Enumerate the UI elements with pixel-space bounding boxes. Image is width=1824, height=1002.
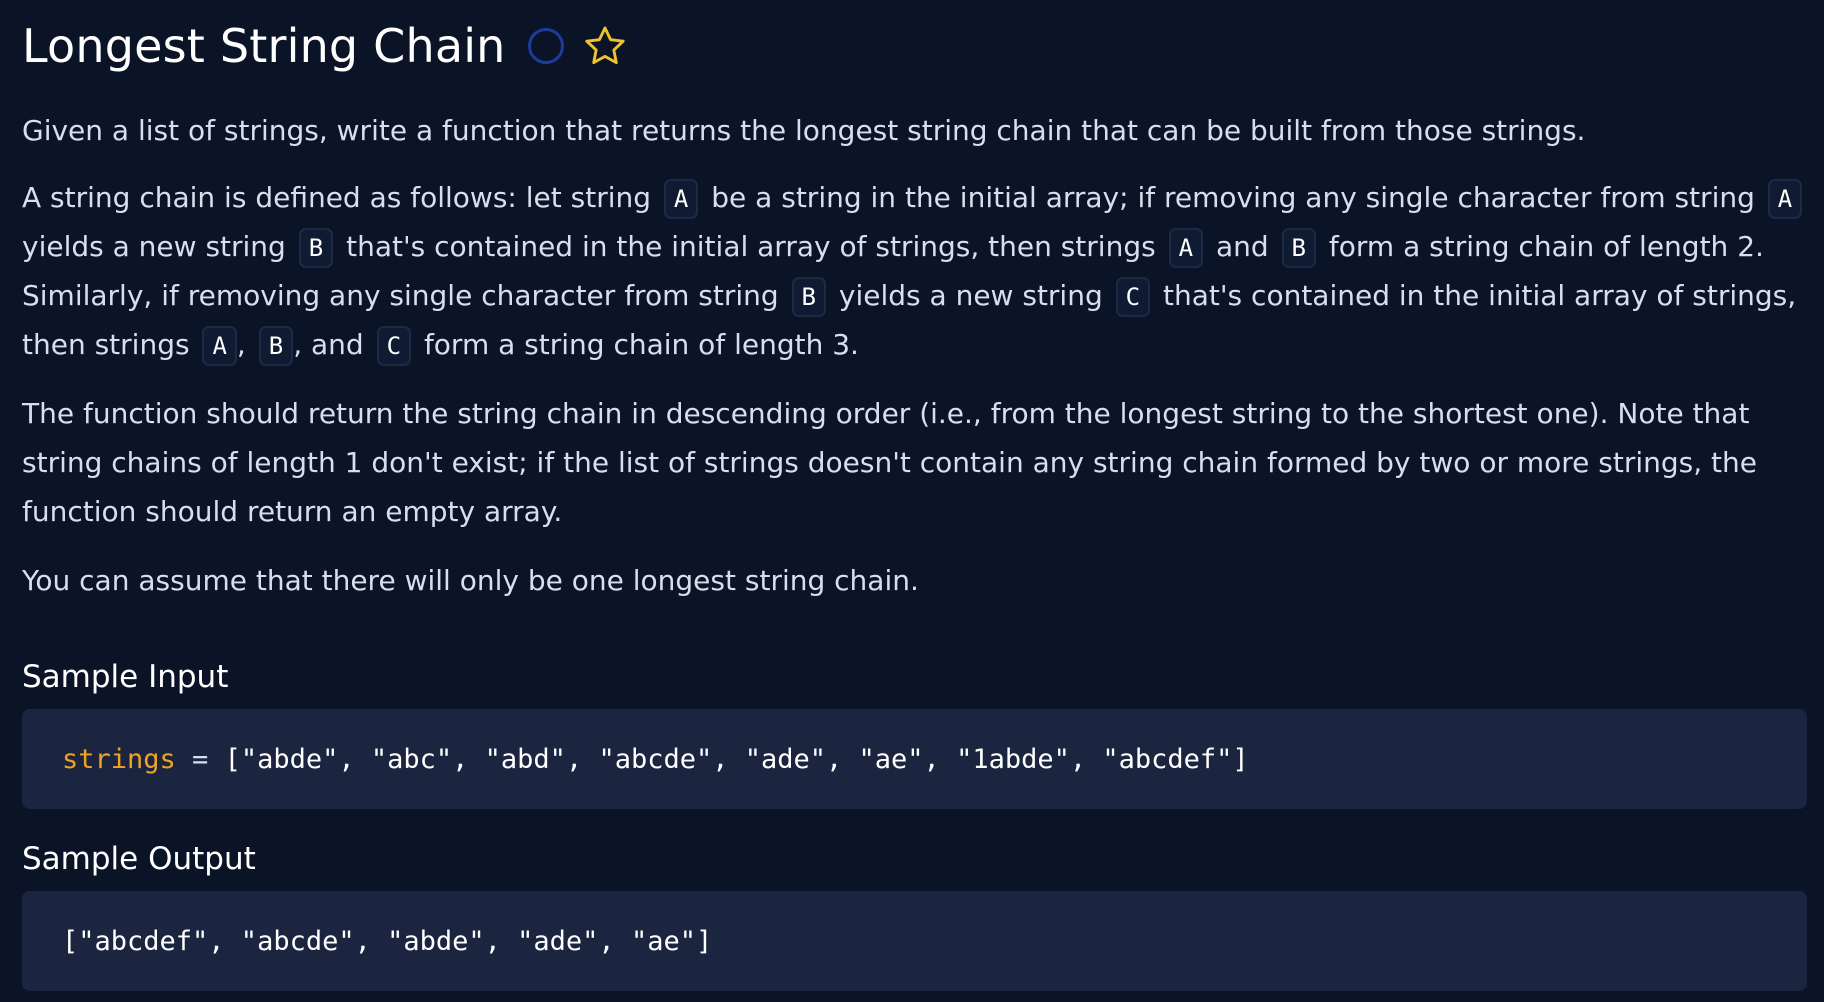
inline-code: A [663, 179, 699, 219]
text-segment: , and [293, 328, 364, 361]
text-segment: form a string chain of length 3. [423, 328, 859, 361]
sample-input-code: strings = ["abde", "abc", "abd", "abcde"… [22, 709, 1807, 809]
inline-code: C [376, 326, 412, 366]
text-segment: be a string in the initial array; if rem… [711, 181, 1755, 214]
inline-code: A [1767, 179, 1803, 219]
problem-title: Longest String Chain [22, 19, 506, 73]
sample-input-heading: Sample Input [22, 659, 229, 695]
description-paragraph-4: You can assume that there will only be o… [22, 564, 919, 597]
inline-code: C [1115, 277, 1151, 317]
text-segment: that's contained in the initial array of… [346, 230, 1156, 263]
inline-code: B [791, 277, 826, 317]
sample-output-heading: Sample Output [22, 841, 256, 877]
sample-input-variable: strings [62, 743, 176, 775]
sample-input-value: ["abde", "abc", "abd", "abcde", "ade", "… [224, 743, 1249, 775]
inline-code: A [1168, 228, 1204, 268]
inline-code: B [298, 228, 334, 268]
title-row: Longest String Chain [22, 0, 1807, 92]
inline-code: A [202, 326, 237, 366]
circle-icon[interactable] [527, 28, 564, 64]
text-segment: yields a new string [838, 279, 1103, 312]
inline-code: B [1281, 228, 1316, 268]
star-icon[interactable] [582, 23, 628, 69]
sample-input-operator: = [175, 743, 225, 775]
text-segment: , [236, 328, 246, 361]
sample-output-value: ["abcdef", "abcde", "abde", "ade", "ae"] [62, 925, 713, 957]
description-paragraph-1: Given a list of strings, write a functio… [22, 114, 1586, 147]
text-segment: yields a new string [22, 230, 286, 263]
description-paragraph-2: A string chain is defined as follows: le… [22, 173, 1807, 369]
problem-panel: Longest String Chain Given a list of str… [22, 0, 1807, 991]
sample-output-code: ["abcdef", "abcde", "abde", "ade", "ae"] [22, 891, 1807, 991]
inline-code: B [258, 326, 294, 366]
text-segment: and [1215, 230, 1269, 263]
description-paragraph-3: The function should return the string ch… [22, 397, 1758, 528]
text-segment: A string chain is defined as follows: le… [22, 181, 652, 214]
